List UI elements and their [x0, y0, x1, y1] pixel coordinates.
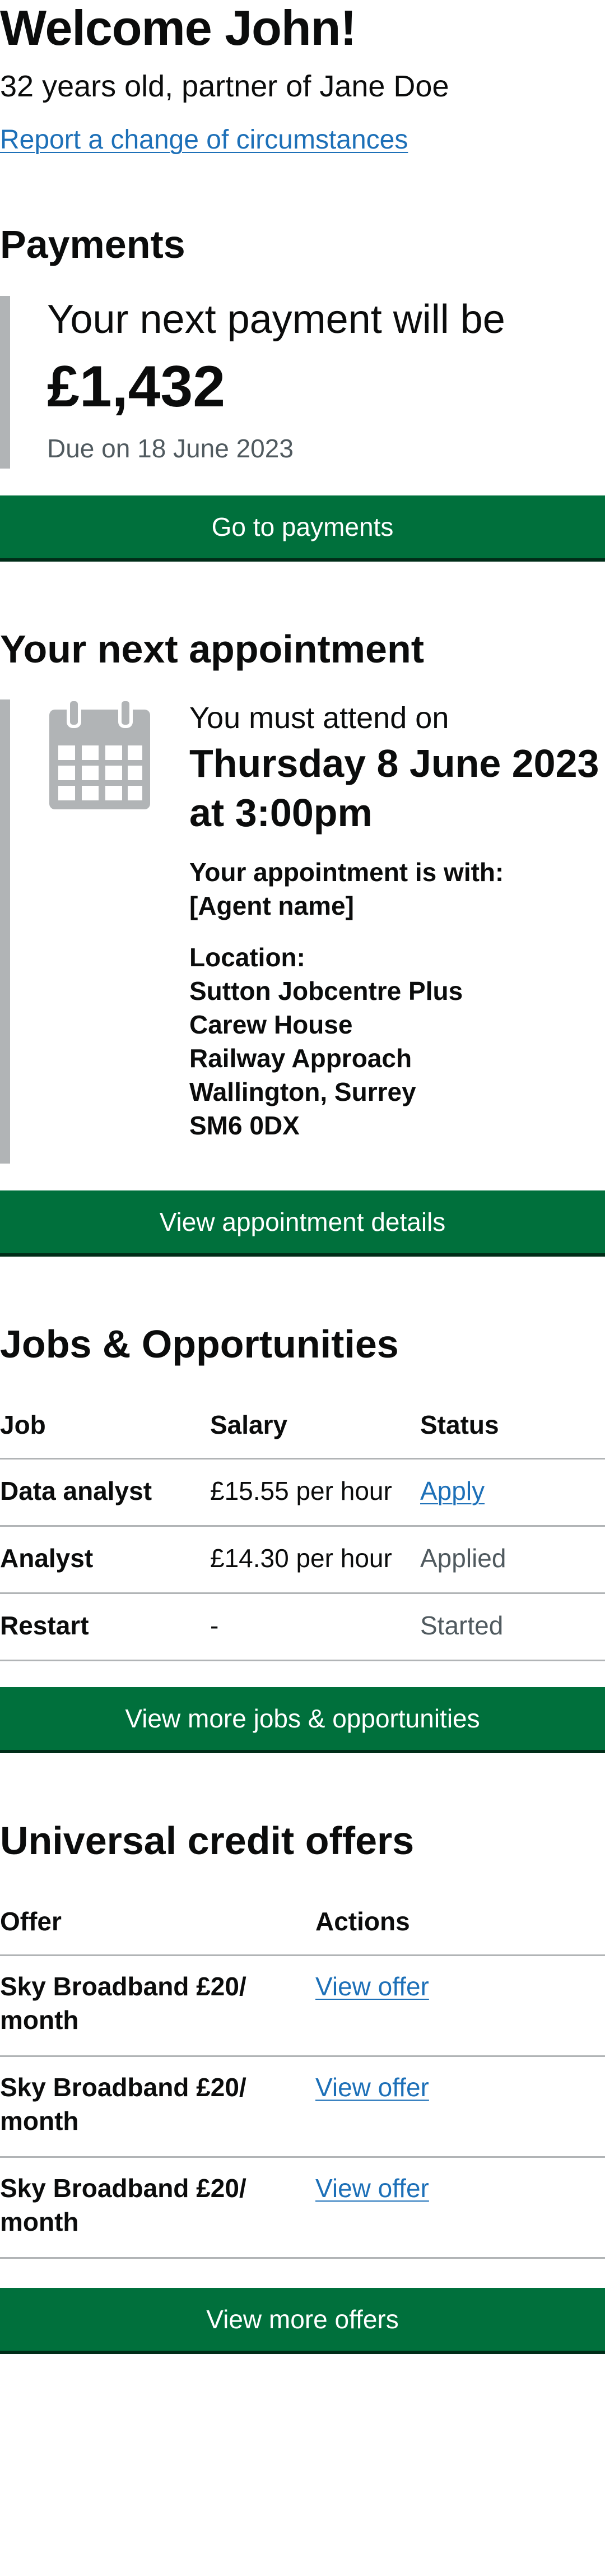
job-status: Started: [420, 1593, 605, 1661]
calendar-icon: [49, 698, 150, 809]
payment-inset: Your next payment will be £1,432 Due on …: [0, 296, 605, 469]
column-header-offer: Offer: [0, 1905, 315, 1956]
location-line: Sutton Jobcentre Plus: [189, 976, 463, 1006]
appointment-heading: Your next appointment: [0, 627, 425, 671]
page-title: Welcome John!: [0, 0, 357, 55]
location-line: Railway Approach: [189, 1044, 412, 1073]
job-title: Restart: [0, 1593, 210, 1661]
column-header-actions: Actions: [315, 1905, 605, 1956]
view-more-jobs-button[interactable]: View more jobs & opportunities: [0, 1687, 605, 1753]
payment-amount: £1,432: [47, 354, 226, 419]
view-offer-link[interactable]: View offer: [315, 2174, 429, 2203]
jobs-heading: Jobs & Opportunities: [0, 1322, 399, 1366]
table-header-row: Job Salary Status: [0, 1408, 605, 1460]
jobs-table: Job Salary Status Data analyst £15.55 pe…: [0, 1408, 605, 1661]
offer-name: Sky Broadband £20/ month: [0, 1955, 315, 2057]
next-payment-label: Your next payment will be: [47, 297, 505, 342]
appointment-date: Thursday 8 June 2023: [189, 742, 599, 785]
table-row: Sky Broadband £20/ month View offer: [0, 2056, 605, 2158]
offers-heading: Universal credit offers: [0, 1819, 415, 1862]
location-line: Wallington, Surrey: [189, 1077, 416, 1106]
offer-name-line: month: [0, 2005, 79, 2035]
offer-name-line: month: [0, 2207, 79, 2236]
job-title: Data analyst: [0, 1458, 210, 1527]
appointment-location: Location: Sutton Jobcentre Plus Carew Ho…: [189, 940, 605, 1142]
payment-due-date: Due on 18 June 2023: [47, 434, 294, 463]
table-row: Analyst £14.30 per hour Applied: [0, 1526, 605, 1594]
offer-name-line: Sky Broadband £20/: [0, 1971, 246, 2001]
table-header-row: Offer Actions: [0, 1905, 605, 1956]
table-row: Sky Broadband £20/ month View offer: [0, 2157, 605, 2259]
job-salary: £15.55 per hour: [210, 1458, 420, 1527]
view-offer-link[interactable]: View offer: [315, 1972, 429, 2001]
appointment-datetime: Thursday 8 June 2023 at 3:00pm: [189, 739, 605, 837]
column-header-salary: Salary: [210, 1408, 420, 1460]
view-appointment-details-button[interactable]: View appointment details: [0, 1190, 605, 1257]
table-row: Data analyst £15.55 per hour Apply: [0, 1458, 605, 1527]
offer-name-line: Sky Broadband £20/: [0, 2072, 246, 2102]
view-more-offers-button[interactable]: View more offers: [0, 2288, 605, 2354]
table-row: Restart - Started: [0, 1593, 605, 1661]
offer-name: Sky Broadband £20/ month: [0, 2056, 315, 2158]
location-line: Carew House: [189, 1010, 353, 1039]
appointment-inset: You must attend on Thursday 8 June 2023 …: [0, 698, 605, 1164]
appointment-details: You must attend on Thursday 8 June 2023 …: [189, 699, 605, 1142]
agent-name: [Agent name]: [189, 891, 354, 920]
column-header-status: Status: [420, 1408, 605, 1460]
payments-heading: Payments: [0, 223, 185, 266]
offer-name-line: Sky Broadband £20/: [0, 2173, 246, 2203]
job-status: Applied: [420, 1526, 605, 1594]
user-summary: 32 years old, partner of Jane Doe: [0, 70, 449, 103]
job-salary: £14.30 per hour: [210, 1526, 420, 1594]
agent-label: Your appointment is with:: [189, 858, 504, 887]
job-title: Analyst: [0, 1526, 210, 1594]
report-change-link[interactable]: Report a change of circumstances: [0, 123, 408, 157]
location-label: Location:: [189, 943, 305, 972]
offer-name-line: month: [0, 2106, 79, 2135]
location-line: SM6 0DX: [189, 1111, 300, 1140]
offer-name: Sky Broadband £20/ month: [0, 2157, 315, 2259]
appointment-agent: Your appointment is with: [Agent name]: [189, 855, 605, 923]
job-salary: -: [210, 1593, 420, 1661]
go-to-payments-button[interactable]: Go to payments: [0, 495, 605, 562]
table-row: Sky Broadband £20/ month View offer: [0, 1955, 605, 2057]
apply-link[interactable]: Apply: [420, 1476, 485, 1505]
appointment-time: at 3:00pm: [189, 791, 373, 835]
column-header-job: Job: [0, 1408, 210, 1460]
view-offer-link[interactable]: View offer: [315, 2073, 429, 2102]
attend-label: You must attend on: [189, 701, 449, 735]
offers-table: Offer Actions Sky Broadband £20/ month V…: [0, 1905, 605, 2259]
